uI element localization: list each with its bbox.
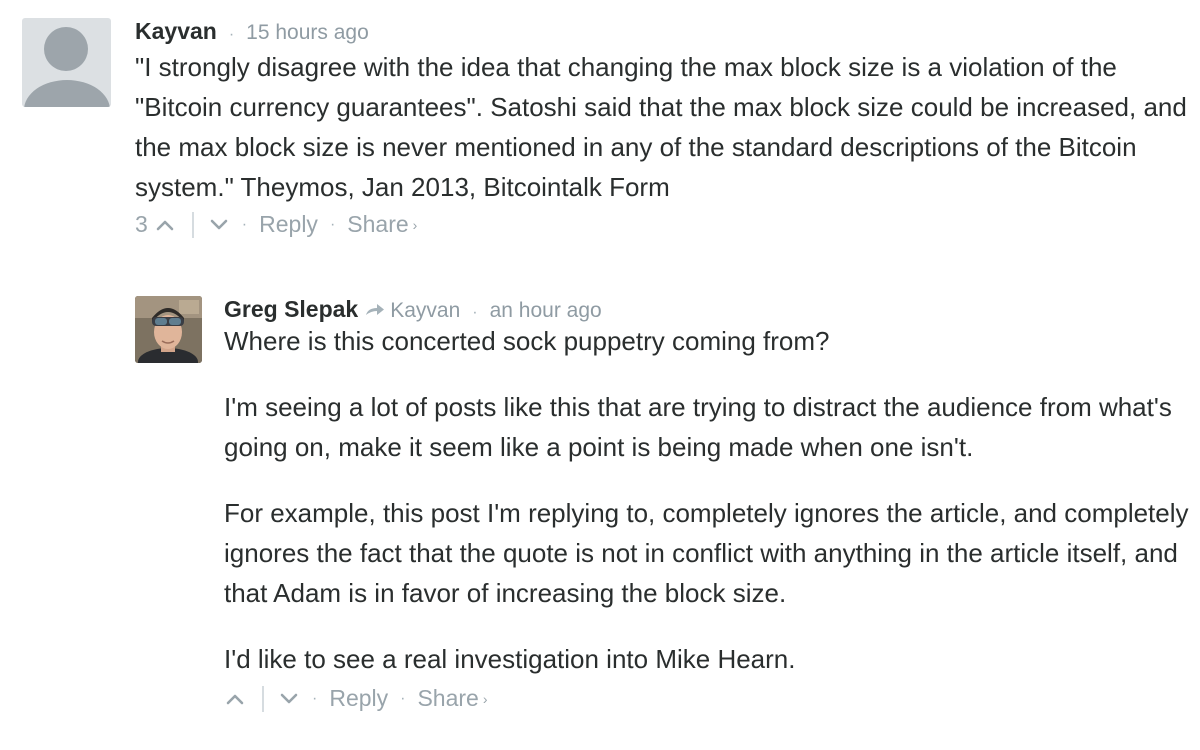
meta-separator: · [228, 26, 235, 43]
comment-header: Kayvan · 15 hours ago [135, 18, 1192, 45]
action-separator: · [329, 215, 336, 233]
reply-arrow-icon [364, 300, 386, 323]
timestamp[interactable]: an hour ago [490, 299, 602, 323]
action-separator: · [241, 215, 248, 233]
comment-body: Kayvan · 15 hours ago "I strongly disagr… [135, 18, 1192, 238]
chevron-down-icon[interactable] [278, 688, 300, 710]
author-name[interactable]: Greg Slepak [224, 296, 358, 323]
chevron-right-icon: › [412, 217, 418, 233]
avatar[interactable] [135, 296, 202, 363]
share-button[interactable]: Share › [347, 211, 417, 238]
reply-button[interactable]: Reply [329, 685, 388, 712]
comment-header: Greg Slepak Kayvan · an hour ago [224, 296, 1195, 323]
comment-text: Where is this concerted sock puppetry co… [224, 321, 1195, 679]
share-button[interactable]: Share › [417, 685, 487, 712]
comment-paragraph: Where is this concerted sock puppetry co… [224, 326, 830, 356]
comment-text: "I strongly disagree with the idea that … [135, 52, 1187, 202]
vote-divider [191, 211, 194, 238]
comment-actions: · Reply · Share › [224, 685, 1195, 712]
share-label: Share [347, 211, 409, 237]
action-separator: · [400, 689, 406, 707]
action-separator: · [312, 689, 318, 707]
chevron-up-icon[interactable] [224, 688, 246, 710]
comment-body: Greg Slepak Kayvan · an hour ago Where i… [224, 296, 1195, 712]
comment-paragraph: For example, this post I'm replying to, … [224, 498, 1189, 608]
comment-paragraph: I'd like to see a real investigation int… [224, 644, 796, 674]
share-label: Share [417, 685, 479, 711]
comment-paragraph: I'm seeing a lot of posts like this that… [224, 392, 1172, 462]
author-name[interactable]: Kayvan [135, 18, 217, 45]
chevron-right-icon: › [482, 691, 488, 707]
vote-count: 3 [135, 211, 148, 237]
in-reply-to-link[interactable]: Kayvan [390, 299, 460, 323]
chevron-up-icon[interactable] [154, 214, 176, 236]
timestamp[interactable]: 15 hours ago [246, 21, 369, 45]
chevron-down-icon[interactable] [208, 214, 230, 236]
comment-greg-slepak: Greg Slepak Kayvan · an hour ago Where i… [135, 296, 1195, 712]
meta-separator: · [472, 304, 478, 321]
comment-kayvan: Kayvan · 15 hours ago "I strongly disagr… [22, 18, 1192, 238]
default-avatar-icon[interactable] [22, 18, 111, 107]
vote-divider [262, 685, 264, 712]
comment-actions: 3 · Reply · Share › [135, 211, 1192, 238]
reply-button[interactable]: Reply [259, 211, 318, 238]
